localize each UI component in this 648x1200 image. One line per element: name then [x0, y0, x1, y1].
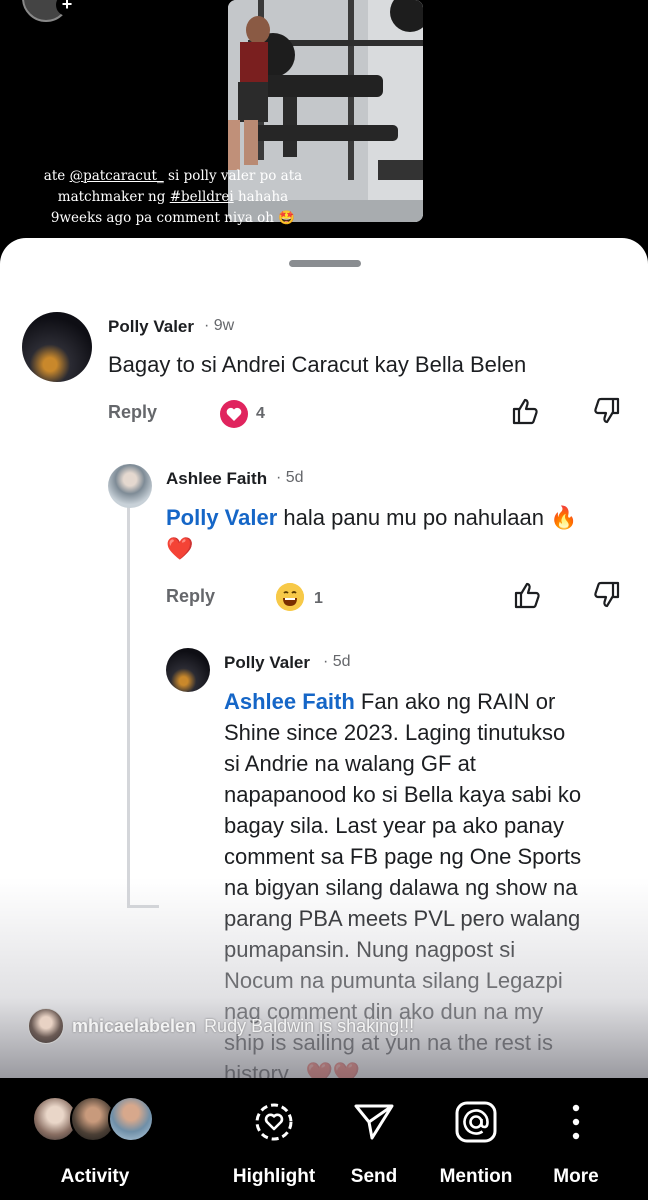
highlight-button[interactable]: Highlight	[224, 1078, 324, 1200]
laugh-reaction-icon[interactable]	[276, 583, 304, 611]
mention-link[interactable]: Polly Valer	[166, 505, 277, 530]
comment-author[interactable]: Polly Valer	[224, 653, 310, 673]
send-icon	[354, 1104, 394, 1140]
like-icon[interactable]	[512, 580, 542, 610]
comment-author[interactable]: Ashlee Faith	[166, 469, 267, 489]
heart-reaction-icon[interactable]	[220, 400, 248, 428]
thread-line	[127, 905, 159, 908]
dislike-icon[interactable]	[592, 396, 622, 426]
live-comment: mhicaelabelen Rudy Baldwin is shaking!!!	[28, 1008, 414, 1044]
highlight-label: Highlight	[232, 1166, 316, 1187]
caption-mention-link[interactable]: @patcaracut_	[70, 168, 164, 184]
comment-time: · 5d	[276, 469, 304, 486]
live-comment-avatar	[28, 1008, 64, 1044]
reaction-count: 1	[314, 590, 323, 607]
add-story-icon[interactable]: +	[56, 0, 78, 16]
comment-time: · 5d	[323, 653, 351, 670]
mention-button[interactable]: Mention	[426, 1078, 526, 1200]
comment-text: Polly Valer hala panu mu po nahulaan 🔥 ❤…	[166, 505, 578, 561]
sheet-drag-handle[interactable]	[289, 260, 361, 267]
thread-line	[127, 506, 130, 908]
send-label: Send	[350, 1166, 398, 1187]
comment-time: · 9w	[204, 317, 235, 334]
activity-avatar	[108, 1096, 154, 1142]
reply-button[interactable]: Reply	[108, 402, 157, 423]
dislike-icon[interactable]	[592, 580, 622, 610]
mention-label: Mention	[439, 1166, 513, 1187]
avatar[interactable]	[108, 464, 152, 508]
activity-label: Activity	[60, 1166, 130, 1187]
story-background: + ate @patcaracut_ si polly valer po ata…	[0, 0, 648, 245]
mention-link[interactable]: Ashlee Faith	[224, 689, 355, 714]
reply-button[interactable]: Reply	[166, 586, 215, 607]
activity-button[interactable]: Activity	[20, 1078, 170, 1200]
caption-hashtag-link[interactable]: #belldrei	[170, 189, 234, 205]
more-button[interactable]: More	[538, 1078, 614, 1200]
bottom-toolbar: Activity Highlight Send Mention More	[0, 1078, 648, 1200]
comments-sheet: Polly Valer · 9w Bagay to si Andrei Cara…	[0, 238, 648, 1078]
more-label: More	[553, 1166, 599, 1187]
more-icon	[572, 1104, 580, 1140]
highlight-icon	[255, 1103, 293, 1141]
comment-text: Bagay to si Andrei Caracut kay Bella Bel…	[108, 352, 527, 377]
avatar[interactable]	[166, 648, 210, 692]
live-comment-text: Rudy Baldwin is shaking!!!	[204, 1015, 415, 1036]
reaction-count: 4	[256, 405, 265, 422]
story-caption: ate @patcaracut_ si polly valer po ata m…	[43, 168, 303, 226]
send-button[interactable]: Send	[334, 1078, 414, 1200]
like-icon[interactable]	[510, 396, 540, 426]
avatar[interactable]	[22, 312, 92, 382]
mention-icon	[455, 1101, 497, 1143]
comment-author[interactable]: Polly Valer	[108, 317, 194, 337]
live-comment-user: mhicaelabelen	[72, 1015, 197, 1036]
